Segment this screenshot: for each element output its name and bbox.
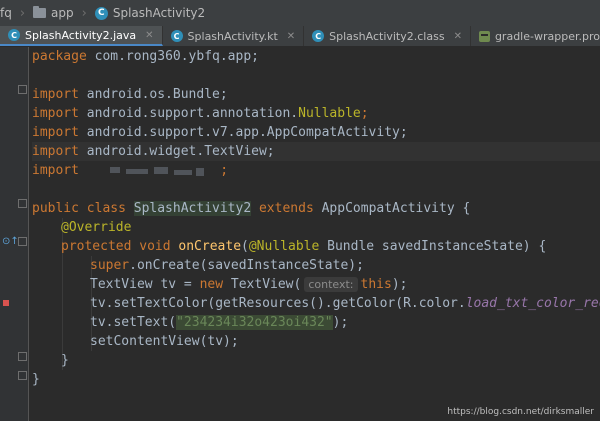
- keyword: package: [32, 49, 87, 64]
- field-name: load_txt_color_red: [465, 296, 600, 311]
- code-line-11: protected void onCreate(@Nullable Bundle…: [61, 237, 546, 256]
- breadcrumb-item-app[interactable]: app: [33, 6, 74, 20]
- fold-icon[interactable]: [18, 237, 27, 246]
- folder-icon: [33, 6, 47, 18]
- kotlin-class-icon: C: [170, 30, 183, 42]
- code-line-1: package com.rong360.ybfq.app;: [32, 47, 259, 66]
- code-line-4: import android.support.annotation.Nullab…: [32, 104, 369, 123]
- properties-file-icon: [478, 30, 490, 42]
- code-line-16: setContentView(tv);: [90, 332, 239, 351]
- close-icon[interactable]: ✕: [145, 30, 153, 41]
- close-icon[interactable]: ✕: [287, 31, 295, 42]
- code-line-10: @Override: [61, 218, 131, 237]
- annotation-name: Nullable: [298, 106, 361, 121]
- fold-icon[interactable]: [18, 352, 27, 361]
- code-text: Bundle savedInstanceState) {: [319, 239, 547, 254]
- semicolon: ;: [360, 106, 369, 121]
- tab-splashactivity-kt[interactable]: C SplashActivity.kt ✕: [163, 26, 305, 46]
- code-text: TextView(: [223, 277, 302, 292]
- code-line-18: }: [32, 370, 40, 389]
- code-line-12: super.onCreate(savedInstanceState);: [90, 256, 364, 275]
- code-text: android.widget.TextView;: [78, 144, 275, 159]
- code-line-6: import android.widget.TextView;: [32, 142, 275, 161]
- code-text: android.os.Bundle;: [78, 87, 228, 102]
- code-text: }: [61, 353, 69, 368]
- close-icon[interactable]: ✕: [454, 31, 462, 42]
- class-file-icon: C: [312, 30, 325, 42]
- code-line-5: import android.support.v7.app.AppCompatA…: [32, 123, 408, 142]
- tab-gradle-wrapper-properties[interactable]: gradle-wrapper.properties: [471, 26, 600, 46]
- code-text: android.support.annotation.: [78, 106, 299, 121]
- editor-gutter[interactable]: ⊙↑: [0, 47, 29, 421]
- color-preview-icon[interactable]: [3, 300, 9, 306]
- chevron-right-icon: ›: [19, 5, 26, 21]
- breadcrumb-label-root: fq: [0, 6, 12, 20]
- tab-label: SplashActivity2.java: [25, 28, 137, 42]
- keyword: extends: [251, 201, 322, 216]
- code-text: );: [332, 315, 349, 330]
- fold-icon[interactable]: [18, 199, 27, 208]
- override-marker-icon[interactable]: ⊙↑: [2, 236, 19, 247]
- method-name: onCreate: [178, 239, 242, 254]
- breadcrumb-label-class: SplashActivity2: [112, 6, 206, 20]
- code-line-9: public class SplashActivity2 extends App…: [32, 199, 470, 218]
- breadcrumb-label-app: app: [51, 6, 74, 20]
- breadcrumb-item-root[interactable]: fq: [0, 6, 12, 20]
- keyword: import: [32, 125, 79, 140]
- annotation: @Override: [61, 220, 132, 235]
- java-class-icon: C: [8, 29, 20, 41]
- watermark-text: https://blog.csdn.net/dirksmaller: [447, 407, 594, 417]
- code-line-13: TextView tv = new TextView(context: this)…: [90, 275, 407, 294]
- editor-tabs: C SplashActivity2.java ✕ C SplashActivit…: [0, 26, 600, 47]
- keyword: public class: [32, 201, 134, 216]
- code-line-15: tv.setText("234234i32o423oi432");: [90, 313, 348, 332]
- fold-icon[interactable]: [18, 371, 27, 380]
- breadcrumb: fq › app › C SplashActivity2: [0, 0, 600, 27]
- parameter-hint: context:: [304, 277, 358, 292]
- tab-label: gradle-wrapper.properties: [494, 29, 600, 43]
- code-text: tv.setText(: [90, 315, 177, 330]
- keyword: new: [199, 277, 224, 292]
- string-literal: "234234i32o423oi432": [176, 315, 333, 330]
- breadcrumb-item-class[interactable]: C SplashActivity2: [94, 6, 206, 20]
- tab-label: SplashActivity.kt: [187, 29, 278, 43]
- code-text: (: [241, 239, 249, 254]
- code-text: AppCompatActivity {: [321, 201, 471, 216]
- code-editor[interactable]: package com.rong360.ybfq.app; import and…: [32, 47, 600, 421]
- annotation: @Nullable: [248, 239, 320, 254]
- tab-splashactivity2-class[interactable]: C SplashActivity2.class ✕: [304, 26, 471, 46]
- keyword: import: [32, 163, 79, 178]
- keyword: import: [32, 144, 79, 159]
- tab-splashactivity2-java[interactable]: C SplashActivity2.java ✕: [0, 26, 163, 46]
- code-text: com.rong360.ybfq.app;: [86, 49, 259, 64]
- keyword: import: [32, 87, 79, 102]
- code-text: );: [391, 277, 408, 292]
- code-text: TextView tv =: [90, 277, 200, 292]
- code-line-17: }: [61, 351, 69, 370]
- code-text: .onCreate(savedInstanceState);: [129, 258, 364, 273]
- chevron-right-icon: ›: [81, 5, 87, 21]
- semicolon: ;: [220, 163, 229, 178]
- keyword: super: [90, 258, 130, 273]
- code-line-7: import ;: [32, 161, 228, 180]
- keyword: this: [360, 277, 392, 292]
- code-text: setContentView(tv);: [90, 334, 239, 349]
- keyword: import: [32, 106, 79, 121]
- redacted-import: [110, 165, 220, 177]
- code-line-14: tv.setTextColor(getResources().getColor(…: [90, 294, 600, 313]
- keyword: protected void: [61, 239, 179, 254]
- code-text: }: [32, 372, 40, 387]
- fold-icon[interactable]: [18, 85, 27, 94]
- class-icon: C: [94, 6, 108, 20]
- class-name: SplashActivity2: [133, 201, 252, 216]
- code-text: tv.setTextColor(getResources().getColor(…: [90, 296, 466, 311]
- code-text: android.support.v7.app.AppCompatActivity…: [78, 125, 408, 140]
- tab-label: SplashActivity2.class: [329, 29, 445, 43]
- code-line-3: import android.os.Bundle;: [32, 85, 228, 104]
